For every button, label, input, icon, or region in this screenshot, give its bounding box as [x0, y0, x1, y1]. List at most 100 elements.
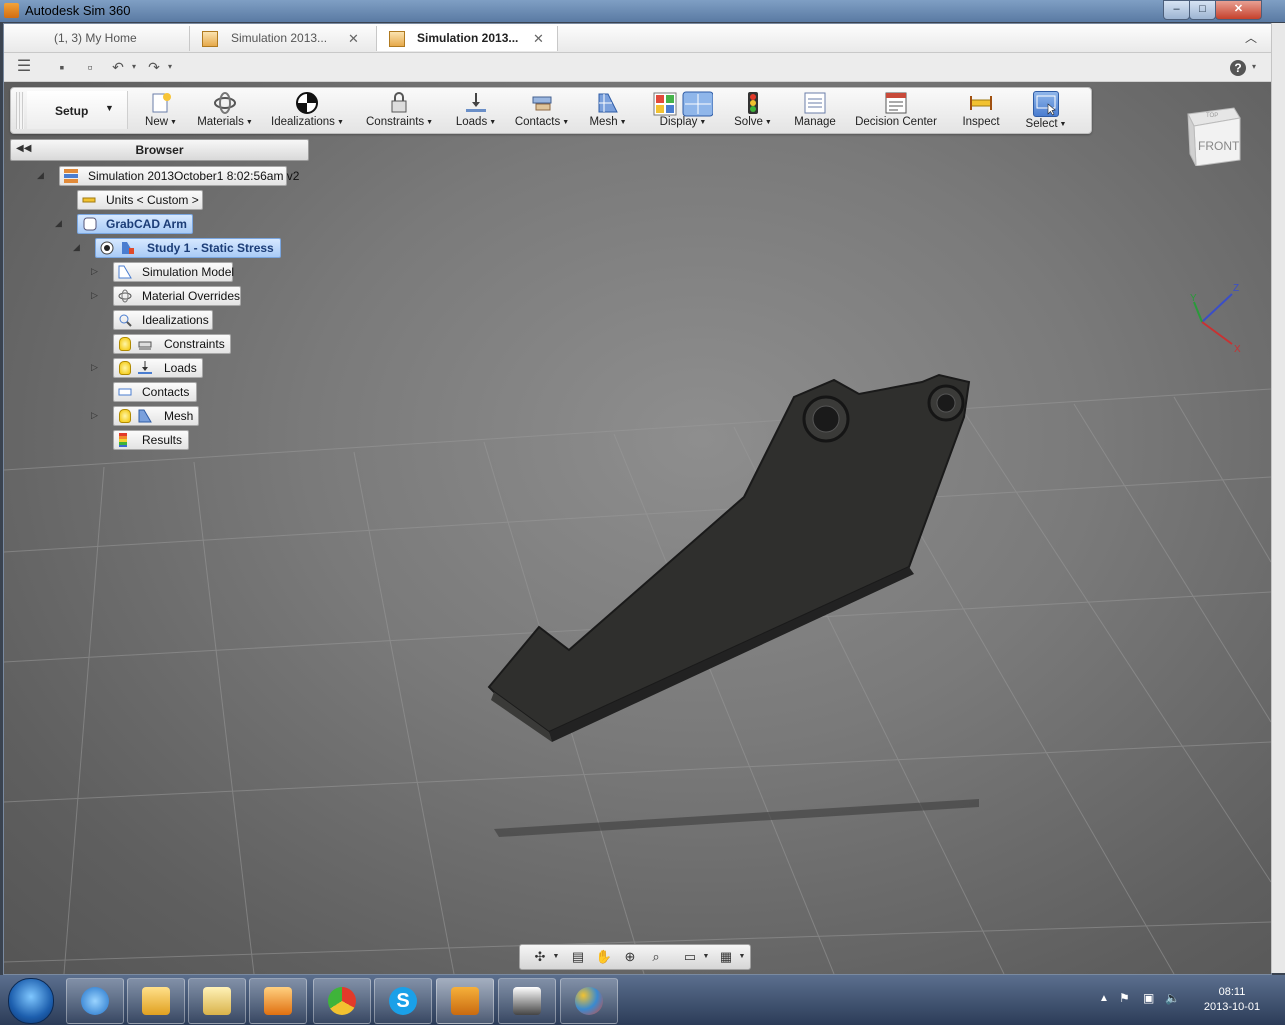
- close-tab-icon[interactable]: ✕: [533, 26, 544, 51]
- pan-hand-icon[interactable]: ✋: [594, 948, 614, 966]
- undo-dropdown-icon[interactable]: ▾: [124, 57, 144, 77]
- taskbar-outlook[interactable]: [127, 978, 185, 1024]
- constraints-button[interactable]: Constraints ▼: [366, 90, 433, 130]
- redo-dropdown-icon[interactable]: ▾: [160, 57, 180, 77]
- tab-simulation-2[interactable]: Simulation 2013... ✕: [377, 26, 558, 51]
- internet-explorer-icon: [81, 987, 109, 1015]
- taskbar-clock[interactable]: 08:11 2013-10-01: [1192, 985, 1272, 1015]
- close-tab-icon[interactable]: ✕: [348, 26, 359, 51]
- tree-node-loads[interactable]: Loads: [113, 358, 203, 378]
- expand-arrow-icon[interactable]: ▷: [91, 410, 98, 421]
- maximize-button[interactable]: □: [1189, 0, 1216, 20]
- chevron-up-icon[interactable]: ︿: [1245, 29, 1257, 46]
- network-icon[interactable]: ▣: [1143, 991, 1154, 1005]
- save-icon[interactable]: ▪: [52, 57, 72, 77]
- orbit-dropdown-icon[interactable]: ▼: [546, 948, 566, 966]
- clock-date: 2013-10-01: [1203, 1001, 1261, 1013]
- volume-icon[interactable]: 🔈: [1165, 991, 1180, 1005]
- tree-node-units[interactable]: Units < Custom >: [77, 190, 203, 210]
- look-at-icon[interactable]: ▤: [568, 948, 588, 966]
- loads-button[interactable]: Loads ▼: [455, 90, 497, 130]
- 3d-viewport[interactable]: Z Y X Setup ▼ New ▼ Materials ▼ Idealizati…: [4, 82, 1271, 974]
- grid-dropdown-icon[interactable]: ▼: [732, 948, 752, 966]
- loads-icon: [464, 91, 488, 115]
- expand-arrow-icon[interactable]: ▷: [91, 290, 98, 301]
- tree-node-simulation-model[interactable]: Simulation Model: [113, 262, 234, 282]
- taskbar-skype[interactable]: S: [374, 978, 432, 1024]
- tree-node-root[interactable]: Simulation 2013October1 8:02:56am v2: [59, 166, 299, 186]
- vertical-scrollbar[interactable]: [1271, 23, 1285, 973]
- expand-arrow-icon[interactable]: ◢: [55, 218, 62, 229]
- new-label: New: [145, 116, 169, 128]
- taskbar-explorer[interactable]: [188, 978, 246, 1024]
- display-button[interactable]: Display ▼: [651, 90, 715, 130]
- tree-node-label: Mesh: [164, 409, 194, 423]
- idealizations-button[interactable]: Idealizations ▼: [271, 90, 344, 130]
- tree-node-idealizations[interactable]: Idealizations: [113, 310, 213, 330]
- active-radio-icon[interactable]: [100, 241, 114, 255]
- tree-node-mesh[interactable]: Mesh: [113, 406, 199, 426]
- mesh-button[interactable]: Mesh ▼: [588, 90, 628, 130]
- tree-node-material-overrides[interactable]: Material Overrides: [113, 286, 241, 306]
- select-button[interactable]: Select ▼: [1021, 90, 1071, 130]
- help-dropdown-icon[interactable]: ▾: [1244, 57, 1264, 77]
- inspect-button[interactable]: Inspect: [956, 90, 1006, 130]
- menu-icon[interactable]: ☰: [14, 57, 34, 77]
- fit-zoom-icon[interactable]: ⌕: [646, 948, 666, 966]
- browser-title: Browser: [135, 143, 184, 157]
- taskbar-chrome[interactable]: [313, 978, 371, 1024]
- part-shadow: [494, 799, 979, 837]
- contacts-button[interactable]: Contacts ▼: [514, 90, 570, 130]
- mesh-label: Mesh: [589, 116, 618, 128]
- solve-button[interactable]: Solve ▼: [731, 90, 775, 130]
- tree-node-results[interactable]: Results: [113, 430, 189, 450]
- zoom-icon[interactable]: ⊕: [620, 948, 640, 966]
- expand-arrow-icon[interactable]: ▷: [91, 362, 98, 373]
- tree-node-constraints[interactable]: Constraints: [113, 334, 231, 354]
- tab-simulation-1[interactable]: Simulation 2013... ✕: [190, 26, 377, 51]
- browser-panel-header[interactable]: ◀◀ Browser: [10, 139, 309, 161]
- tab-my-home[interactable]: (1, 3) My Home: [4, 26, 190, 51]
- taskbar-app-7[interactable]: [498, 978, 556, 1024]
- expand-arrow-icon[interactable]: ◢: [37, 170, 44, 181]
- tree-node-contacts[interactable]: Contacts: [113, 382, 197, 402]
- tree-node-study[interactable]: Study 1 - Static Stress: [95, 238, 281, 258]
- mesh-icon: [138, 409, 152, 423]
- autodesk-logo-icon: [4, 3, 19, 18]
- setup-workspace-dropdown[interactable]: Setup ▼: [27, 91, 128, 129]
- expand-arrow-icon[interactable]: ◢: [73, 242, 80, 253]
- taskbar-autodesk-sim[interactable]: [436, 978, 494, 1024]
- taskbar-internet-explorer[interactable]: [66, 978, 124, 1024]
- start-button[interactable]: [8, 978, 54, 1024]
- new-icon: [149, 91, 173, 115]
- lightbulb-icon[interactable]: [119, 337, 131, 351]
- view-cube[interactable]: TOP FRONT: [1184, 104, 1242, 166]
- dropdown-arrow-icon: ▼: [1059, 121, 1067, 128]
- tree-node-label: Material Overrides: [142, 289, 241, 303]
- axis-triad: [1193, 293, 1233, 345]
- minimize-button[interactable]: –: [1163, 0, 1190, 20]
- close-window-button[interactable]: ✕: [1215, 0, 1262, 20]
- folder-icon: [203, 987, 231, 1015]
- idealizations-icon: [295, 91, 319, 115]
- display-dropdown-icon[interactable]: ▼: [696, 948, 716, 966]
- lightbulb-icon[interactable]: [119, 409, 131, 423]
- study-icon: [121, 241, 135, 255]
- select-icon: [1033, 91, 1059, 117]
- expand-arrow-icon[interactable]: ▷: [91, 266, 98, 277]
- ribbon-grip[interactable]: [16, 92, 24, 129]
- results-icon: [119, 433, 127, 447]
- manage-button[interactable]: Manage: [791, 90, 839, 130]
- materials-button[interactable]: Materials ▼: [196, 90, 254, 130]
- decision-center-button[interactable]: Decision Center: [853, 90, 939, 130]
- show-hidden-icons-icon[interactable]: ▲: [1099, 993, 1109, 1004]
- taskbar-media-player[interactable]: [249, 978, 307, 1024]
- tree-node-model[interactable]: GrabCAD Arm: [77, 214, 193, 234]
- lightbulb-icon[interactable]: [119, 361, 131, 375]
- model-icon: [83, 217, 97, 231]
- action-center-flag-icon[interactable]: ⚑: [1119, 991, 1130, 1005]
- new-button[interactable]: New ▼: [141, 90, 181, 130]
- export-icon[interactable]: ▫: [80, 57, 100, 77]
- taskbar-paint[interactable]: [560, 978, 618, 1024]
- view-cube-top-label: TOP: [1206, 113, 1218, 119]
